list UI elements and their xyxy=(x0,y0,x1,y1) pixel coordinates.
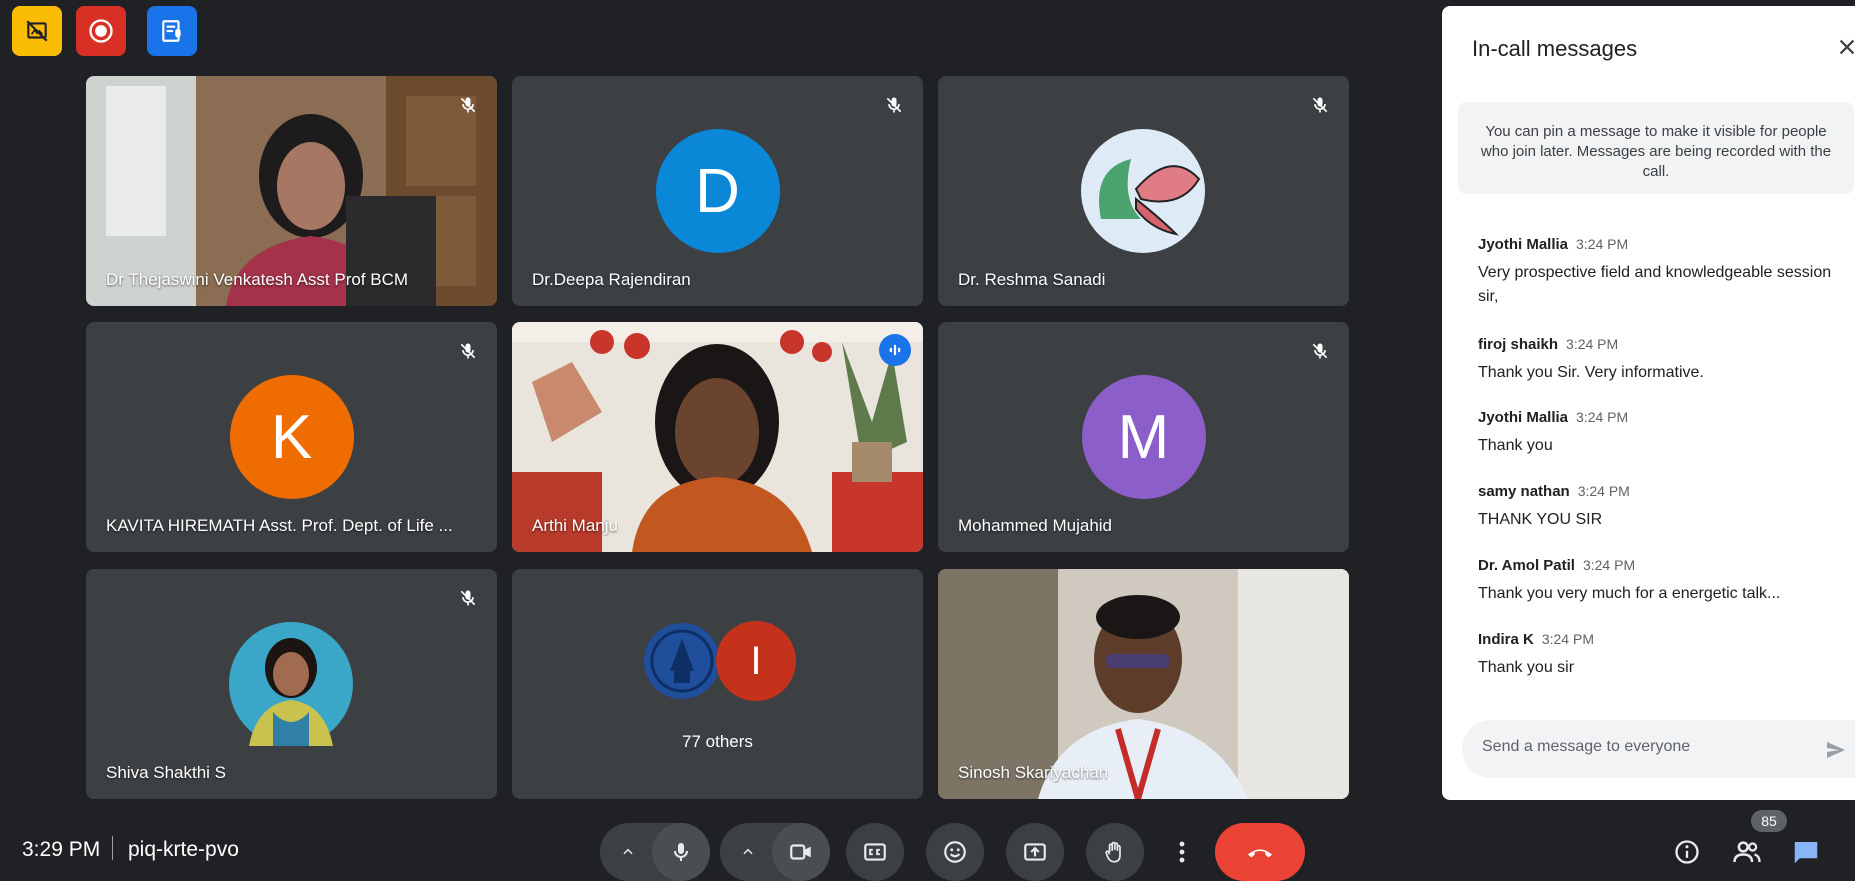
chevron-up-icon[interactable] xyxy=(616,840,640,864)
participant-name: KAVITA HIREMATH Asst. Prof. Dept. of Lif… xyxy=(106,516,453,535)
participant-name: Dr.Deepa Rajendiran xyxy=(532,270,691,289)
participant-tile[interactable]: Dr. Reshma Sanadi xyxy=(938,76,1349,306)
message-time: 3:24 PM xyxy=(1541,631,1594,647)
others-count-label: 77 others xyxy=(682,732,753,751)
participant-tile[interactable]: Dr Thejaswini Venkatesh Asst Prof BCM xyxy=(86,76,497,306)
participant-name: Sinosh Skariyachan xyxy=(958,763,1109,782)
avatar: M xyxy=(1081,375,1206,499)
speaking-indicator-icon xyxy=(879,334,911,366)
message-time: 3:24 PM xyxy=(1582,557,1636,573)
leave-call-button[interactable] xyxy=(1215,823,1305,881)
camera-button[interactable] xyxy=(772,823,830,881)
microphone-off-icon xyxy=(455,92,481,118)
participant-tile[interactable]: D Dr.Deepa Rajendiran xyxy=(512,76,923,306)
panel-title: In-call messages xyxy=(1472,36,1638,61)
participant-tile[interactable]: Shiva Shakthi S xyxy=(86,569,497,799)
more-options-icon[interactable] xyxy=(1168,834,1196,870)
microphone-off-icon xyxy=(1307,92,1333,118)
chat-message: samy nathan 3:24 PM THANK YOU SIR xyxy=(1478,483,1848,532)
chat-message: Dr. Amol Patil 3:24 PM Thank you very muc… xyxy=(1478,557,1848,606)
microphone-off-icon xyxy=(455,338,481,364)
hand-icon xyxy=(1105,841,1121,863)
people-icon[interactable] xyxy=(1729,834,1765,870)
participant-name: Mohammed Mujahid xyxy=(958,516,1113,535)
others-tile[interactable]: I 77 others xyxy=(512,569,923,799)
participant-tile[interactable]: K KAVITA HIREMATH Asst. Prof. Dept. of L… xyxy=(86,322,497,552)
participant-count-badge: 85 xyxy=(1751,810,1787,832)
microphone-icon xyxy=(674,843,688,861)
in-call-messages-panel: In-call messages You can pin a message t… xyxy=(1442,6,1855,800)
emoji-icon xyxy=(944,841,966,863)
message-text: Thank you very much for a energetic talk… xyxy=(1478,585,1781,602)
phone-hangup-icon xyxy=(1248,849,1272,858)
transcript-icon[interactable] xyxy=(147,6,197,56)
microphone-off-icon xyxy=(455,585,481,611)
captions-button[interactable] xyxy=(846,823,904,881)
participant-tile[interactable]: Sinosh Skariyachan xyxy=(938,569,1349,799)
avatar: K xyxy=(229,375,354,499)
participant-tile-active[interactable]: Arthi Manju xyxy=(512,322,923,552)
emoji-reactions-button[interactable] xyxy=(926,823,984,881)
camera-icon xyxy=(790,844,811,860)
chat-message: firoj shaikh 3:24 PM Thank you Sir. Very … xyxy=(1478,336,1848,385)
raise-hand-button[interactable] xyxy=(1086,823,1144,881)
clock: 3:29 PM xyxy=(22,838,101,861)
message-time: 3:24 PM xyxy=(1576,409,1629,425)
avatar xyxy=(229,622,353,746)
participant-name: Dr Thejaswini Venkatesh Asst Prof BCM xyxy=(106,270,409,289)
institution-logo-avatar xyxy=(644,623,720,699)
chevron-up-icon[interactable] xyxy=(736,840,760,864)
avatar: I xyxy=(716,621,796,701)
participant-name: Shiva Shakthi S xyxy=(106,763,227,782)
message-time: 3:24 PM xyxy=(1576,236,1629,252)
close-icon[interactable] xyxy=(1834,34,1855,60)
captions-icon xyxy=(864,843,886,861)
participant-tile[interactable]: M Mohammed Mujahid xyxy=(938,322,1349,552)
chat-message: Jyothi Mallia 3:24 PM Thank you xyxy=(1478,409,1848,458)
message-time: 3:24 PM xyxy=(1577,483,1630,499)
participant-name: Arthi Manju xyxy=(532,516,618,535)
pin-info-note: You can pin a message to make it visible… xyxy=(1458,102,1854,194)
message-input[interactable]: Send a message to everyone xyxy=(1462,720,1855,778)
meeting-details-icon[interactable] xyxy=(1669,834,1705,870)
message-text: THANK YOU SIR xyxy=(1478,511,1603,528)
message-sender: firoj shaikh xyxy=(1478,336,1559,353)
message-sender: Jyothi Mallia xyxy=(1478,409,1569,426)
message-time: 3:24 PM xyxy=(1566,336,1619,352)
chat-icon[interactable] xyxy=(1788,834,1824,870)
present-screen-icon xyxy=(1024,843,1046,861)
microphone-off-icon xyxy=(881,92,907,118)
participant-name: Dr. Reshma Sanadi xyxy=(958,270,1106,289)
recording-icon[interactable] xyxy=(76,6,126,56)
microphone-button[interactable] xyxy=(652,823,710,881)
message-text: Thank you xyxy=(1478,437,1553,454)
present-screen-button[interactable] xyxy=(1006,823,1064,881)
message-sender: Dr. Amol Patil xyxy=(1478,557,1575,574)
message-sender: Indira K xyxy=(1478,631,1534,648)
message-sender: Jyothi Mallia xyxy=(1478,236,1569,253)
meeting-code: piq-krte-pvo xyxy=(128,838,239,861)
chat-message: Indira K 3:24 PM Thank you sir xyxy=(1478,631,1848,680)
send-icon[interactable] xyxy=(1822,736,1850,764)
chat-message: Jyothi Mallia 3:24 PM Very prospective fi… xyxy=(1478,236,1848,309)
message-input-placeholder: Send a message to everyone xyxy=(1482,738,1691,755)
message-text: Thank you Sir. Very informative. xyxy=(1478,364,1704,381)
message-sender: samy nathan xyxy=(1478,483,1570,500)
microphone-off-icon xyxy=(1307,338,1333,364)
avatar: D xyxy=(655,129,780,253)
avatar xyxy=(1081,129,1205,253)
divider xyxy=(112,836,113,860)
visual-effects-off-icon[interactable] xyxy=(12,6,62,56)
message-text: Very prospective field and knowledgeable… xyxy=(1478,264,1832,305)
message-text: Thank you sir xyxy=(1478,659,1575,676)
